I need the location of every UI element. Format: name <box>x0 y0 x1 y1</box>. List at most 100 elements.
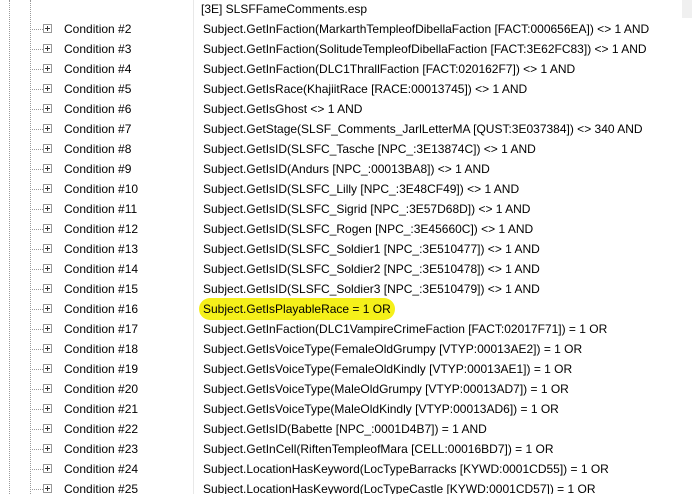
condition-row[interactable]: Condition #13 Subject.GetIsID(SLSFC_Soldi… <box>0 239 692 259</box>
condition-label: Condition #3 <box>64 42 132 56</box>
condition-row[interactable]: Condition #11 Subject.GetIsID(SLSFC_Sigri… <box>0 199 692 219</box>
scrollbar-corner <box>682 0 692 18</box>
condition-value: Subject.GetIsID(SLSFC_Soldier2 [NPC_:3E5… <box>203 262 540 276</box>
condition-label: Condition #13 <box>64 242 139 256</box>
condition-value: Subject.GetIsID(SLSFC_Tasche [NPC_:3E138… <box>203 142 536 156</box>
tree-connector-line <box>30 189 43 190</box>
plus-box-icon[interactable] <box>43 64 52 73</box>
condition-label: Condition #9 <box>64 162 132 176</box>
condition-value: Subject.GetInCell(RiftenTempleofMara [CE… <box>203 442 554 456</box>
plus-box-icon[interactable] <box>43 264 52 273</box>
condition-row[interactable]: Condition #16 Subject.GetIsPlayableRace =… <box>0 299 692 319</box>
condition-label: Condition #7 <box>64 122 132 136</box>
tree-connector-line <box>30 429 43 430</box>
condition-label: Condition #11 <box>64 202 138 216</box>
tree-connector-line <box>30 69 43 70</box>
condition-label: Condition #12 <box>64 222 139 236</box>
condition-value: Subject.GetIsID(SLSFC_Lilly [NPC_:3E48CF… <box>203 182 520 196</box>
plus-box-icon[interactable] <box>43 484 52 493</box>
plus-box-icon[interactable] <box>43 344 52 353</box>
condition-value: Subject.GetIsVoiceType(FemaleOldGrumpy [… <box>203 342 583 356</box>
plus-box-icon[interactable] <box>43 244 52 253</box>
condition-row[interactable]: Condition #5 Subject.GetIsRace(KhajiitRac… <box>0 79 692 99</box>
condition-label: Condition #4 <box>64 62 132 76</box>
condition-row[interactable]: Condition #6 Subject.GetIsGhost <> 1 AND <box>0 99 692 119</box>
condition-label: Condition #10 <box>64 182 139 196</box>
condition-row[interactable]: Condition #4 Subject.GetInFaction(DLC1Thr… <box>0 59 692 79</box>
condition-row[interactable]: Condition #25 Subject.LocationHasKeyword(… <box>0 479 692 494</box>
tree-connector-line <box>30 129 43 130</box>
condition-row[interactable]: Condition #3 Subject.GetInFaction(Solitud… <box>0 39 692 59</box>
tree-connector-line <box>30 489 43 490</box>
condition-row[interactable]: Condition #19 Subject.GetIsVoiceType(Fema… <box>0 359 692 379</box>
condition-label: Condition #17 <box>64 322 139 336</box>
tree-connector-line <box>30 449 43 450</box>
condition-row[interactable]: Condition #7 Subject.GetStage(SLSF_Commen… <box>0 119 692 139</box>
condition-value: Subject.GetIsVoiceType(MaleOldGrumpy [VT… <box>203 382 569 396</box>
condition-value: Subject.GetIsID(SLSFC_Rogen [NPC_:3E4566… <box>203 222 534 236</box>
condition-row[interactable]: Condition #8 Subject.GetIsID(SLSFC_Tasche… <box>0 139 692 159</box>
condition-list: Condition #2 Subject.GetInFaction(Markart… <box>0 19 692 494</box>
condition-row[interactable]: Condition #22 Subject.GetIsID(Babette [NP… <box>0 419 692 439</box>
plus-box-icon[interactable] <box>43 404 52 413</box>
condition-row[interactable]: Condition #15 Subject.GetIsID(SLSFC_Soldi… <box>0 279 692 299</box>
condition-label: Condition #25 <box>64 482 139 494</box>
plus-box-icon[interactable] <box>43 304 52 313</box>
plus-box-icon[interactable] <box>43 384 52 393</box>
condition-row[interactable]: Condition #2 Subject.GetInFaction(Markart… <box>0 19 692 39</box>
plus-box-icon[interactable] <box>43 204 52 213</box>
condition-value: Subject.LocationHasKeyword(LocTypeCastle… <box>203 482 596 494</box>
plus-box-icon[interactable] <box>43 144 52 153</box>
condition-row[interactable]: Condition #10 Subject.GetIsID(SLSFC_Lilly… <box>0 179 692 199</box>
record-tree-view[interactable]: [3E] SLSFFameComments.esp Condition #2 Su… <box>0 0 692 494</box>
plus-box-icon[interactable] <box>43 464 52 473</box>
condition-value: Subject.GetIsID(SLSFC_Soldier3 [NPC_:3E5… <box>203 282 540 296</box>
condition-label: Condition #8 <box>64 142 132 156</box>
condition-value: Subject.GetIsRace(KhajiitRace [RACE:0001… <box>203 82 528 96</box>
tree-connector-line <box>30 469 43 470</box>
plus-box-icon[interactable] <box>43 44 52 53</box>
condition-label: Condition #2 <box>64 22 132 36</box>
plus-box-icon[interactable] <box>43 124 52 133</box>
condition-value: Subject.GetInFaction(DLC1VampireCrimeFac… <box>203 322 608 336</box>
condition-row[interactable]: Condition #9 Subject.GetIsID(Andurs [NPC_… <box>0 159 692 179</box>
condition-label: Condition #21 <box>64 402 139 416</box>
condition-value: Subject.GetIsID(Babette [NPC_:0001D4B7])… <box>203 422 487 436</box>
condition-label: Condition #14 <box>64 262 139 276</box>
condition-row[interactable]: Condition #14 Subject.GetIsID(SLSFC_Soldi… <box>0 259 692 279</box>
condition-label: Condition #16 <box>64 302 139 316</box>
plus-box-icon[interactable] <box>43 364 52 373</box>
tree-connector-line <box>30 389 43 390</box>
tree-connector-line <box>30 229 43 230</box>
condition-row[interactable]: Condition #17 Subject.GetInFaction(DLC1Va… <box>0 319 692 339</box>
tree-connector-line <box>30 329 43 330</box>
condition-label: Condition #23 <box>64 442 139 456</box>
condition-row[interactable]: Condition #12 Subject.GetIsID(SLSFC_Rogen… <box>0 219 692 239</box>
tree-connector-line <box>30 209 43 210</box>
plus-box-icon[interactable] <box>43 424 52 433</box>
condition-value: Subject.GetStage(SLSF_Comments_JarlLette… <box>203 122 643 136</box>
plus-box-icon[interactable] <box>43 224 52 233</box>
condition-row[interactable]: Condition #24 Subject.LocationHasKeyword(… <box>0 459 692 479</box>
tree-connector-line <box>30 309 43 310</box>
plus-box-icon[interactable] <box>43 284 52 293</box>
condition-row[interactable]: Condition #21 Subject.GetIsVoiceType(Male… <box>0 399 692 419</box>
plus-box-icon[interactable] <box>43 24 52 33</box>
tree-connector-line <box>30 169 43 170</box>
plus-box-icon[interactable] <box>43 184 52 193</box>
condition-row[interactable]: Condition #23 Subject.GetInCell(RiftenTem… <box>0 439 692 459</box>
plus-box-icon[interactable] <box>43 104 52 113</box>
tree-connector-line <box>30 109 43 110</box>
condition-value: Subject.GetInFaction(MarkarthTempleofDib… <box>203 22 650 36</box>
condition-row[interactable]: Condition #20 Subject.GetIsVoiceType(Male… <box>0 379 692 399</box>
plus-box-icon[interactable] <box>43 324 52 333</box>
condition-label: Condition #19 <box>64 362 139 376</box>
tree-connector-line <box>30 289 43 290</box>
tree-connector-line <box>30 89 43 90</box>
plus-box-icon[interactable] <box>43 164 52 173</box>
condition-value: Subject.GetIsGhost <> 1 AND <box>203 102 363 116</box>
plus-box-icon[interactable] <box>43 444 52 453</box>
file-header-row: [3E] SLSFFameComments.esp <box>0 0 692 18</box>
condition-row[interactable]: Condition #18 Subject.GetIsVoiceType(Fema… <box>0 339 692 359</box>
plus-box-icon[interactable] <box>43 84 52 93</box>
